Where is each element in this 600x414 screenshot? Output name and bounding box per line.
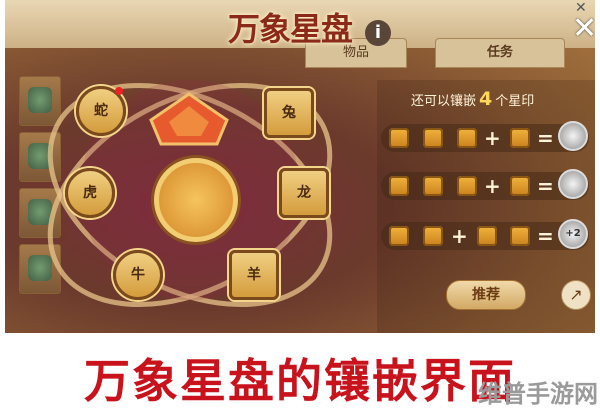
game-window: 物品 任务 万象星盘 i ✕ ✕ 蛇 兔 虎 龙 牛 羊 还可以镶嵌 4 个星印 +… <box>5 0 595 333</box>
crown-icon <box>149 92 229 146</box>
seal-slot[interactable] <box>389 176 409 196</box>
window-title: 万象星盘 <box>227 10 353 48</box>
seal-slot[interactable] <box>510 128 530 148</box>
seal-slot[interactable] <box>477 226 497 246</box>
plus-sign: + <box>484 174 501 198</box>
node-label: 龙 <box>297 185 311 201</box>
seal-slot[interactable] <box>423 226 443 246</box>
result-badge-icon[interactable] <box>558 169 588 199</box>
star-node-ox[interactable]: 牛 <box>113 250 163 300</box>
star-node-tiger[interactable]: 虎 <box>65 168 115 218</box>
star-node-dragon[interactable]: 龙 <box>279 168 329 218</box>
recommend-button[interactable]: 推荐 <box>446 280 526 310</box>
seal-slot[interactable] <box>423 128 443 148</box>
watermark: 维普手游网 <box>478 380 598 408</box>
share-icon[interactable]: ↗ <box>561 280 591 310</box>
seal-slot[interactable] <box>510 176 530 196</box>
plus-sign: + <box>484 126 501 150</box>
seal-slot[interactable] <box>510 226 530 246</box>
seal-slot[interactable] <box>423 176 443 196</box>
equals-sign: = <box>537 126 554 150</box>
node-label: 牛 <box>131 267 145 283</box>
tab-tasks[interactable]: 任务 <box>435 38 565 68</box>
result-badge-icon[interactable] <box>558 121 588 151</box>
node-label: 兔 <box>282 105 296 121</box>
seal-slot[interactable] <box>389 226 409 246</box>
node-label: 虎 <box>83 185 97 201</box>
equals-sign: = <box>537 224 554 248</box>
seal-slot[interactable] <box>457 128 477 148</box>
node-label: 蛇 <box>94 103 108 119</box>
result-plus-two-badge[interactable]: +2 <box>558 219 588 249</box>
count-suffix: 个星印 <box>495 94 535 109</box>
equals-sign: = <box>537 174 554 198</box>
star-node-snake[interactable]: 蛇 <box>76 86 126 136</box>
close-button[interactable]: ✕ <box>572 14 595 44</box>
star-node-sheep[interactable]: 羊 <box>229 250 279 300</box>
inlay-count-text: 还可以镶嵌 4 个星印 <box>411 88 534 110</box>
count-prefix: 还可以镶嵌 <box>411 94 477 109</box>
seal-slot[interactable] <box>389 128 409 148</box>
count-number: 4 <box>479 88 493 110</box>
alert-dot-icon <box>115 87 123 95</box>
plus-sign: + <box>451 224 468 248</box>
center-star-seal[interactable] <box>154 158 238 242</box>
star-node-rabbit[interactable]: 兔 <box>264 88 314 138</box>
node-label: 羊 <box>247 267 261 283</box>
seal-slot[interactable] <box>457 176 477 196</box>
